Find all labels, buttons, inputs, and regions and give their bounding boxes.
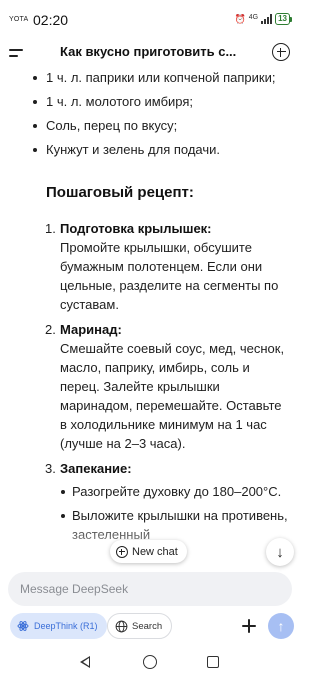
step-number: 3. (45, 461, 56, 476)
list-item: Выложите крылышки на противень, застелен… (61, 506, 290, 544)
nav-recents-icon[interactable] (207, 656, 219, 668)
ingredients-list: 1 ч. л. паприки или копченой паприки; 1 … (0, 68, 300, 159)
deepthink-toggle[interactable]: DeepThink (R1) (10, 613, 107, 639)
composer-toolbar: DeepThink (R1) Search ↑ (0, 613, 300, 639)
send-button[interactable]: ↑ (268, 613, 294, 639)
carrier-label: YOTA (9, 16, 29, 23)
recipe-heading: Пошаговый рецепт: (46, 184, 194, 201)
arrow-down-icon: ↓ (276, 543, 284, 561)
atom-icon (17, 621, 29, 631)
chat-title[interactable]: Как вкусно приготовить с... (60, 44, 248, 59)
search-toggle[interactable]: Search (107, 613, 173, 639)
recipe-steps: 1. Подготовка крылышек: Промойте крылышк… (0, 219, 300, 544)
new-chat-button[interactable]: New chat (110, 540, 187, 563)
nav-back-icon[interactable] (80, 656, 90, 668)
message-input[interactable] (8, 572, 292, 606)
step-number: 1. (45, 221, 56, 236)
alarm-icon: ⏰ (234, 13, 246, 24)
list-item: Соль, перец по вкусу; (33, 116, 290, 135)
globe-icon (115, 620, 128, 632)
send-arrow-icon: ↑ (277, 618, 285, 634)
nav-home-icon[interactable] (143, 655, 157, 669)
signal-icon (261, 14, 273, 24)
new-chat-label: New chat (132, 545, 178, 558)
list-item: Кунжут и зелень для подачи. (33, 140, 290, 159)
message-composer (8, 572, 292, 606)
status-indicators: ⏰ 4G 13 (235, 13, 292, 25)
battery-icon: 13 (275, 13, 292, 25)
plus-circle-icon (116, 545, 128, 558)
step-text: Смешайте соевый соус, мед, чеснок, масло… (60, 341, 285, 451)
step-title: Подготовка крылышек: (60, 221, 212, 236)
attach-plus-icon[interactable] (240, 617, 258, 635)
chat-header: Как вкусно приготовить с... (0, 38, 300, 68)
list-item: 1 ч. л. паприки или копченой паприки; (33, 68, 290, 87)
recipe-step: 1. Подготовка крылышек: Промойте крылышк… (45, 219, 290, 314)
network-type: 4G (248, 13, 259, 21)
deepthink-label: DeepThink (R1) (34, 621, 98, 631)
list-item: Разогрейте духовку до 180–200°C. (61, 482, 290, 501)
list-item: 1 ч. л. молотого имбиря; (33, 92, 290, 111)
recipe-step: 2. Маринад: Смешайте соевый соус, мед, ч… (45, 320, 290, 453)
step-title: Маринад: (60, 322, 122, 337)
search-label: Search (132, 620, 163, 632)
system-nav-bar (0, 648, 300, 680)
assistant-message: 1 ч. л. паприки или копченой паприки; 1 … (0, 68, 300, 550)
step-number: 2. (45, 322, 56, 337)
step-bullets: Разогрейте духовку до 180–200°C. Выложит… (60, 482, 290, 544)
scroll-to-bottom-button[interactable]: ↓ (266, 538, 294, 566)
step-text: Промойте крылышки, обсушите бумажным пол… (60, 240, 279, 312)
battery-level: 13 (275, 13, 290, 25)
recipe-step: 3. Запекание: Разогрейте духовку до 180–… (45, 459, 290, 544)
status-bar: YOTA 02:20 ⏰ 4G 13 (0, 0, 300, 40)
chat-content[interactable]: 1 ч. л. паприки или копченой паприки; 1 … (0, 68, 300, 563)
status-time: 02:20 (33, 12, 69, 28)
menu-icon[interactable] (9, 47, 25, 59)
step-title: Запекание: (60, 461, 132, 476)
new-chat-plus-icon[interactable] (272, 43, 290, 61)
